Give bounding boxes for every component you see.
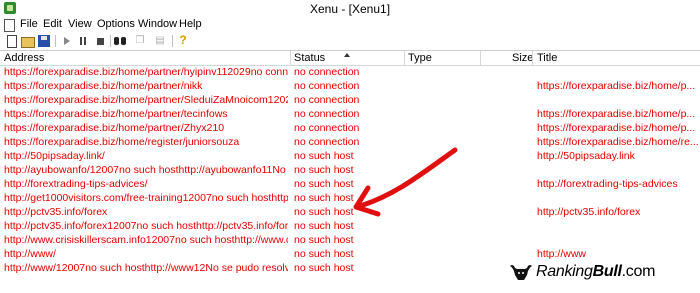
bull-logo-icon [510,264,532,280]
brand-name: RankingBull.com [536,263,656,280]
annotation-arrow-icon [353,147,458,217]
brand-watermark: RankingBull.com [508,260,698,286]
